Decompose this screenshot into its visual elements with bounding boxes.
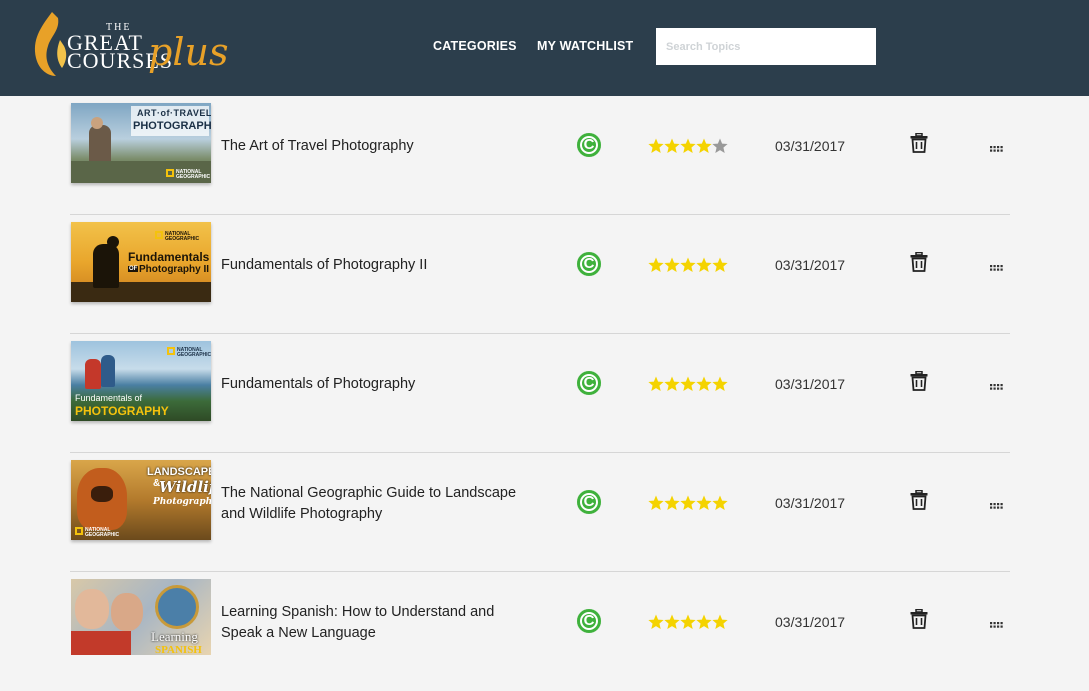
list-item[interactable]: NATIONAL GEOGRAPHIC Fundamentals of PHOT… <box>70 334 1010 453</box>
thumb-subtitle: Photography II <box>139 264 209 275</box>
star-icon <box>712 614 728 629</box>
course-thumbnail[interactable]: NATIONAL GEOGRAPHIC Fundamentals OF Phot… <box>71 222 211 302</box>
date-added: 03/31/2017 <box>775 495 846 511</box>
course-title[interactable]: Fundamentals of Photography <box>221 374 531 395</box>
star-icon <box>712 138 728 153</box>
thumb-subtitle-2: Photography <box>153 497 211 507</box>
star-rating <box>648 138 728 154</box>
thumb-title: Fundamentals <box>128 250 210 264</box>
c-badge-icon: C <box>577 371 601 395</box>
c-badge-icon: C <box>577 252 601 276</box>
star-icon <box>680 376 696 391</box>
thumb-title: ART·of·TRAVEL <box>137 108 211 118</box>
great-courses-plus-logo[interactable]: THE GREAT COURSES plus <box>30 10 230 84</box>
star-icon <box>664 138 680 153</box>
star-icon <box>664 614 680 629</box>
star-icon <box>696 614 712 629</box>
natgeo-logo-icon <box>75 527 83 535</box>
more-dots-icon[interactable] <box>990 260 1004 271</box>
more-dots-icon[interactable] <box>990 617 1004 628</box>
course-thumbnail[interactable]: Learning SPANISH <box>71 579 211 655</box>
list-item[interactable]: ART·of·TRAVEL PHOTOGRAPHY NATIONAL GEOGR… <box>70 96 1010 215</box>
natgeo-logo-icon <box>166 169 174 177</box>
course-thumbnail[interactable]: NATIONAL GEOGRAPHIC Fundamentals of PHOT… <box>71 341 211 421</box>
trash-icon[interactable] <box>910 489 928 510</box>
course-title[interactable]: The National Geographic Guide to Landsca… <box>221 483 531 525</box>
star-icon <box>664 257 680 272</box>
star-icon <box>680 257 696 272</box>
trash-icon[interactable] <box>910 132 928 153</box>
natgeo-logo-icon <box>155 231 163 239</box>
course-title[interactable]: Learning Spanish: How to Understand and … <box>221 602 531 644</box>
thumb-of: OF <box>128 266 139 272</box>
star-icon <box>648 376 664 391</box>
search-input[interactable] <box>656 28 876 65</box>
thumb-title: Learning <box>151 629 198 644</box>
star-icon <box>648 138 664 153</box>
star-icon <box>664 376 680 391</box>
thumb-subtitle: PHOTOGRAPHY <box>75 404 169 418</box>
natgeo-text: NATIONAL GEOGRAPHIC <box>165 231 200 242</box>
date-added: 03/31/2017 <box>775 257 846 273</box>
course-thumbnail[interactable]: ART·of·TRAVEL PHOTOGRAPHY NATIONAL GEOGR… <box>71 103 211 183</box>
c-badge-icon: C <box>577 133 601 157</box>
thumb-subtitle: PHOTOGRAPHY <box>133 120 211 132</box>
more-dots-icon[interactable] <box>990 379 1004 390</box>
star-icon <box>712 376 728 391</box>
nav-categories[interactable]: CATEGORIES <box>433 39 517 53</box>
course-title[interactable]: Fundamentals of Photography II <box>221 255 531 276</box>
thumb-subtitle: SPANISH <box>155 644 202 655</box>
date-added: 03/31/2017 <box>775 376 846 392</box>
star-icon <box>696 376 712 391</box>
star-icon <box>648 495 664 510</box>
natgeo-logo-icon <box>167 347 175 355</box>
more-dots-icon[interactable] <box>990 498 1004 509</box>
star-icon <box>696 495 712 510</box>
course-thumbnail[interactable]: LANDSCAPE & Wildlife Photography NATIONA… <box>71 460 211 540</box>
date-added: 03/31/2017 <box>775 614 846 630</box>
logo-plus: plus <box>148 30 229 74</box>
natgeo-text: NATIONAL GEOGRAPHIC <box>85 527 120 538</box>
thumb-title: LANDSCAPE <box>147 466 211 478</box>
star-icon <box>696 138 712 153</box>
star-icon <box>680 614 696 629</box>
trash-icon[interactable] <box>910 370 928 391</box>
star-icon <box>648 257 664 272</box>
star-rating <box>648 257 728 273</box>
star-rating <box>648 495 728 511</box>
top-header: THE GREAT COURSES plus CATEGORIES MY WAT… <box>0 0 1089 96</box>
natgeo-text: NATIONAL GEOGRAPHIC <box>177 347 211 358</box>
flame-logo-icon <box>34 12 67 76</box>
list-item[interactable]: NATIONAL GEOGRAPHIC Fundamentals OF Phot… <box>70 215 1010 334</box>
c-badge-icon: C <box>577 609 601 633</box>
trash-icon[interactable] <box>910 608 928 629</box>
star-icon <box>712 495 728 510</box>
trash-icon[interactable] <box>910 251 928 272</box>
star-rating <box>648 614 728 630</box>
natgeo-text: NATIONAL GEOGRAPHIC <box>176 169 211 180</box>
star-icon <box>680 138 696 153</box>
c-badge-icon: C <box>577 490 601 514</box>
star-icon <box>680 495 696 510</box>
list-item[interactable]: Learning SPANISH Learning Spanish: How t… <box>70 572 1010 691</box>
list-item[interactable]: LANDSCAPE & Wildlife Photography NATIONA… <box>70 453 1010 572</box>
course-title[interactable]: The Art of Travel Photography <box>221 136 531 157</box>
star-icon <box>712 257 728 272</box>
star-icon <box>696 257 712 272</box>
star-icon <box>648 614 664 629</box>
thumb-subtitle: Wildlife <box>159 478 211 496</box>
date-added: 03/31/2017 <box>775 138 846 154</box>
more-dots-icon[interactable] <box>990 141 1004 152</box>
star-rating <box>648 376 728 392</box>
thumb-title: Fundamentals of <box>75 393 143 403</box>
star-icon <box>664 495 680 510</box>
nav-my-watchlist[interactable]: MY WATCHLIST <box>537 39 633 53</box>
